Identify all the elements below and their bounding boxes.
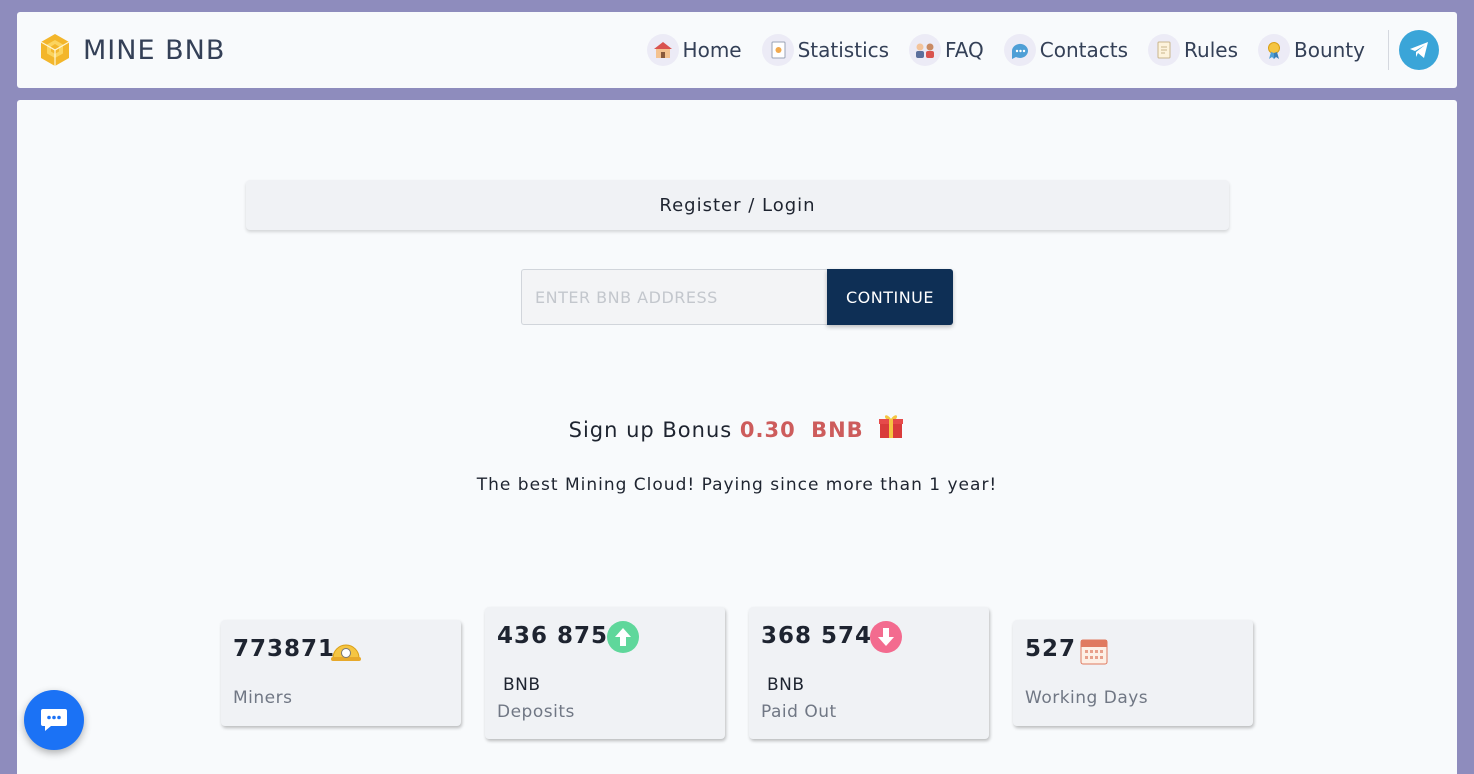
nav-faq-label: FAQ bbox=[945, 38, 984, 62]
main-nav: Home Statistics FAQ Contacts Rules Bount… bbox=[646, 12, 1365, 88]
faq-icon bbox=[909, 34, 942, 66]
chat-bubble-icon bbox=[41, 709, 67, 731]
tagline: The best Mining Cloud! Paying since more… bbox=[476, 475, 998, 495]
telegram-button[interactable] bbox=[1399, 30, 1439, 70]
main-content: Register / Login CONTINUE Sign up Bonus … bbox=[17, 100, 1457, 774]
bonus-prefix: Sign up Bonus bbox=[568, 418, 733, 442]
nav-rules[interactable]: Rules bbox=[1148, 34, 1238, 66]
nav-rules-label: Rules bbox=[1184, 38, 1238, 62]
stat-card-paid-out: 368 574 BNB Paid Out bbox=[749, 607, 989, 739]
stat-paidout-unit: BNB bbox=[767, 675, 805, 695]
home-icon bbox=[646, 34, 679, 66]
nav-contacts[interactable]: Contacts bbox=[1003, 34, 1129, 66]
calendar-icon bbox=[1080, 639, 1108, 665]
bnb-cube-logo-icon bbox=[40, 34, 70, 66]
stat-deposits-value: 436 875 bbox=[497, 623, 609, 649]
stat-paidout-value: 368 574 bbox=[761, 623, 873, 649]
chat-button[interactable] bbox=[24, 690, 84, 750]
stat-days-value: 527 bbox=[1025, 636, 1077, 662]
contacts-icon bbox=[1003, 34, 1036, 66]
telegram-icon bbox=[1410, 42, 1428, 58]
nav-home-label: Home bbox=[682, 38, 742, 62]
statistics-icon bbox=[761, 34, 794, 66]
nav-statistics-label: Statistics bbox=[797, 38, 890, 62]
stat-miners-value: 773871 bbox=[233, 636, 336, 662]
arrow-down-icon bbox=[870, 621, 902, 653]
nav-contacts-label: Contacts bbox=[1039, 38, 1129, 62]
stat-miners-label: Miners bbox=[233, 688, 293, 708]
bonus-currency: BNB bbox=[811, 418, 864, 442]
stat-deposits-label: Deposits bbox=[497, 702, 575, 722]
stat-card-miners: 773871 Miners bbox=[221, 620, 461, 726]
nav-home[interactable]: Home bbox=[646, 34, 742, 66]
stat-deposits-unit: BNB bbox=[503, 675, 541, 695]
nav-bounty-label: Bounty bbox=[1294, 38, 1365, 62]
stat-days-label: Working Days bbox=[1025, 688, 1149, 708]
top-navbar: MINE BNB Home Statistics FAQ Contacts Ru… bbox=[17, 12, 1457, 88]
bnb-address-input[interactable] bbox=[521, 269, 829, 325]
stat-paidout-label: Paid Out bbox=[761, 702, 837, 722]
register-login-bar[interactable]: Register / Login bbox=[246, 180, 1229, 230]
nav-bounty[interactable]: Bounty bbox=[1258, 34, 1365, 66]
gift-icon bbox=[879, 415, 904, 438]
nav-divider bbox=[1388, 30, 1389, 70]
nav-faq[interactable]: FAQ bbox=[909, 34, 984, 66]
signup-bonus: Sign up Bonus 0.30 BNB bbox=[17, 412, 1457, 442]
miner-helmet-icon bbox=[331, 644, 361, 661]
bounty-icon bbox=[1258, 34, 1290, 66]
brand-name: MINE BNB bbox=[83, 34, 226, 66]
rules-icon bbox=[1148, 34, 1181, 66]
arrow-up-icon bbox=[607, 621, 639, 653]
brand[interactable]: MINE BNB bbox=[37, 32, 225, 68]
stat-card-deposits: 436 875 BNB Deposits bbox=[485, 607, 725, 739]
stat-card-working-days: 527 Working Days bbox=[1013, 620, 1253, 726]
bonus-amount: 0.30 bbox=[739, 418, 796, 442]
nav-statistics[interactable]: Statistics bbox=[761, 34, 890, 66]
continue-button[interactable]: CONTINUE bbox=[827, 269, 953, 325]
